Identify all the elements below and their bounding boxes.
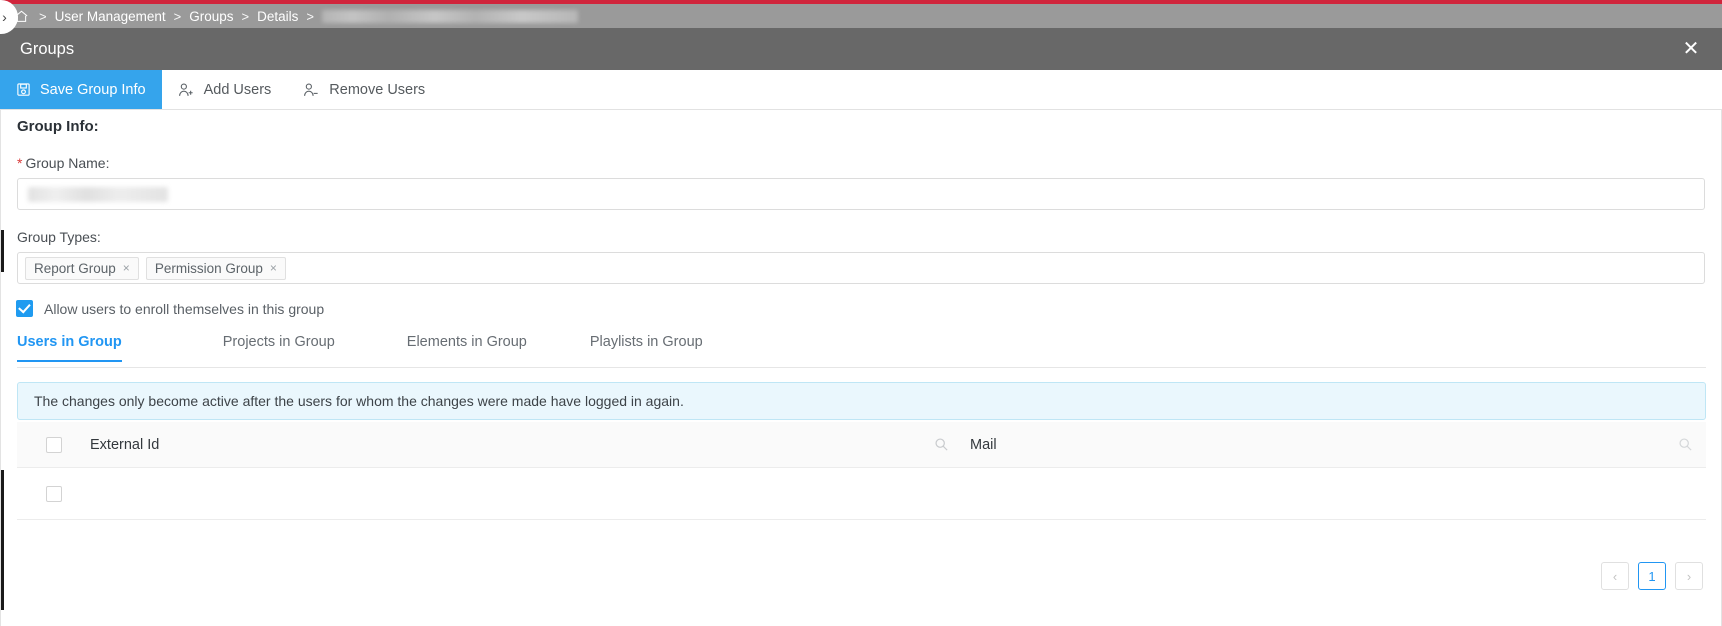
group-type-tag-permission[interactable]: Permission Group × xyxy=(145,256,286,280)
group-details-dialog: > User Management > Groups > Details > ›… xyxy=(0,0,1722,626)
column-header-mail[interactable]: Mail xyxy=(970,437,1706,453)
pagination: ‹ 1 › xyxy=(1601,562,1703,590)
edge-marker-top xyxy=(1,230,4,272)
breadcrumb-separator-2: > xyxy=(241,8,250,24)
action-toolbar: Save Group Info Add Users Remove Users xyxy=(0,70,1722,110)
row-select-cell xyxy=(17,485,90,502)
table-row[interactable] xyxy=(17,468,1706,520)
user-remove-icon xyxy=(303,82,320,98)
user-add-icon xyxy=(178,82,195,98)
save-disk-icon xyxy=(16,82,31,97)
info-banner: The changes only become active after the… xyxy=(17,382,1706,420)
breadcrumb-separator-0: > xyxy=(39,8,47,24)
breadcrumb: > User Management > Groups > Details > xyxy=(0,4,1722,28)
tab-users-in-group[interactable]: Users in Group xyxy=(17,332,122,362)
add-users-label: Add Users xyxy=(203,81,272,98)
edge-marker-bottom xyxy=(1,470,4,610)
group-types-input[interactable]: Report Group × Permission Group × xyxy=(17,252,1705,284)
breadcrumb-separator-3: > xyxy=(306,8,314,24)
column-header-external-id[interactable]: External Id xyxy=(90,437,970,453)
chevron-right-icon: › xyxy=(2,9,7,25)
pagination-next-button[interactable]: › xyxy=(1675,562,1703,590)
group-name-label-text: Group Name: xyxy=(25,155,110,171)
search-icon[interactable] xyxy=(1678,437,1694,453)
group-info-heading: Group Info: xyxy=(17,118,99,135)
remove-users-label: Remove Users xyxy=(329,81,426,98)
pagination-prev-button[interactable]: ‹ xyxy=(1601,562,1629,590)
breadcrumb-item-groups[interactable]: Groups xyxy=(189,9,233,24)
group-name-label: * Group Name: xyxy=(17,155,110,171)
close-icon[interactable]: ✕ xyxy=(1670,28,1712,70)
allow-enroll-row: Allow users to enroll themselves in this… xyxy=(16,300,324,317)
dialog-body: Group Info: * Group Name: Group Types: Re… xyxy=(0,110,1722,626)
breadcrumb-item-redacted xyxy=(321,9,578,23)
select-all-checkbox[interactable] xyxy=(45,436,62,453)
breadcrumb-separator-1: > xyxy=(173,8,182,24)
page-title: Groups xyxy=(20,39,75,58)
table-header-row: External Id Mail xyxy=(17,422,1706,468)
column-header-external-id-label: External Id xyxy=(90,436,160,453)
search-icon[interactable] xyxy=(934,437,950,453)
allow-enroll-checkbox[interactable] xyxy=(16,300,33,317)
group-type-tag-report-label: Report Group xyxy=(34,260,116,276)
pagination-page-1[interactable]: 1 xyxy=(1638,562,1666,590)
tab-projects-in-group[interactable]: Projects in Group xyxy=(223,332,335,361)
group-type-tag-report[interactable]: Report Group × xyxy=(25,256,139,280)
group-name-input[interactable] xyxy=(17,178,1705,210)
tab-elements-in-group[interactable]: Elements in Group xyxy=(407,332,527,361)
required-marker: * xyxy=(17,155,23,171)
users-table: External Id Mail xyxy=(17,422,1706,520)
tab-playlists-in-group[interactable]: Playlists in Group xyxy=(590,332,703,361)
group-detail-tabs: Users in Group Projects in Group Element… xyxy=(17,332,1706,368)
dialog-title-bar: Groups ✕ xyxy=(0,28,1722,70)
allow-enroll-label: Allow users to enroll themselves in this… xyxy=(44,300,325,317)
row-select-checkbox[interactable] xyxy=(45,485,62,502)
remove-users-button[interactable]: Remove Users xyxy=(287,70,441,109)
cell-external-id xyxy=(90,486,970,502)
add-users-button[interactable]: Add Users xyxy=(162,70,288,109)
group-name-value-redacted xyxy=(28,187,168,202)
save-group-info-button[interactable]: Save Group Info xyxy=(0,70,162,109)
group-type-tag-permission-label: Permission Group xyxy=(154,260,263,276)
breadcrumb-item-user-management[interactable]: User Management xyxy=(55,9,166,24)
column-header-mail-label: Mail xyxy=(970,436,997,453)
close-icon[interactable]: × xyxy=(270,261,277,275)
close-icon[interactable]: × xyxy=(123,261,130,275)
save-group-info-label: Save Group Info xyxy=(40,81,146,98)
breadcrumb-item-details[interactable]: Details xyxy=(257,9,298,24)
group-types-label: Group Types: xyxy=(17,229,101,245)
select-all-cell xyxy=(17,436,90,453)
